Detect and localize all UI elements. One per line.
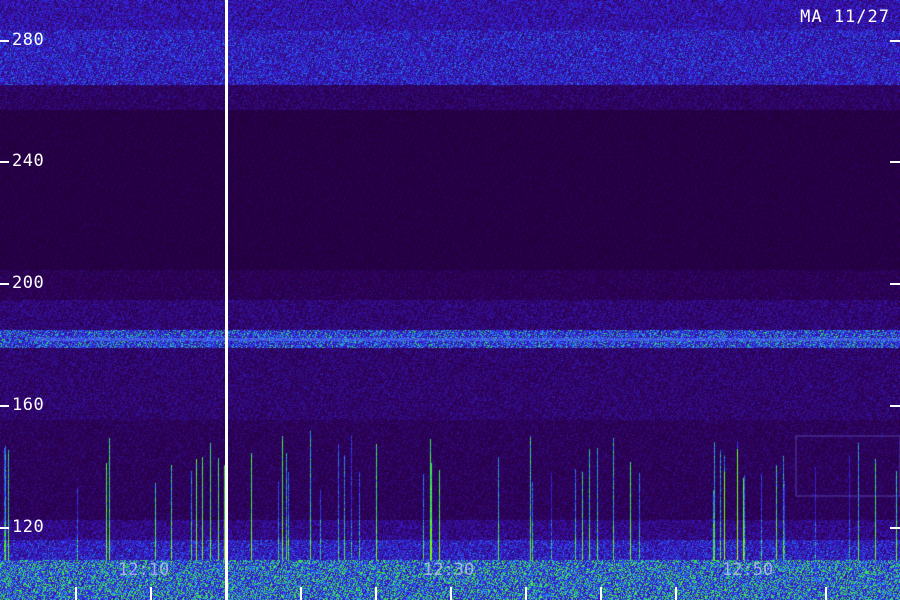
- x-tick: [525, 587, 527, 600]
- y-tick-left: [0, 161, 9, 163]
- x-time-label: 12:10: [118, 560, 170, 580]
- y-tick-label: 240: [12, 151, 45, 171]
- spectrogram-canvas: [0, 0, 900, 600]
- y-tick-label: 200: [12, 273, 45, 293]
- y-tick-right: [890, 283, 900, 285]
- y-tick-left: [0, 40, 9, 42]
- x-tick: [675, 587, 677, 600]
- spectrogram-view: MA 11/27 280 240 200 160 120 12:10 12:30…: [0, 0, 900, 600]
- y-tick-right: [890, 527, 900, 529]
- x-tick: [450, 587, 452, 600]
- time-cursor-line[interactable]: [225, 0, 228, 600]
- x-tick: [375, 587, 377, 600]
- x-tick: [150, 587, 152, 600]
- x-tick: [300, 587, 302, 600]
- y-tick-label: 160: [12, 395, 45, 415]
- x-tick: [600, 587, 602, 600]
- x-time-label: 12:30: [423, 560, 475, 580]
- x-tick: [75, 587, 77, 600]
- y-tick-left: [0, 527, 9, 529]
- y-tick-left: [0, 283, 9, 285]
- x-tick: [825, 587, 827, 600]
- y-tick-label: 280: [12, 30, 45, 50]
- y-tick-right: [890, 40, 900, 42]
- stamp-label: MA 11/27: [800, 7, 890, 27]
- y-tick-right: [890, 405, 900, 407]
- y-tick-right: [890, 161, 900, 163]
- y-tick-label: 120: [12, 517, 45, 537]
- y-tick-left: [0, 405, 9, 407]
- x-time-label: 12:50: [722, 560, 774, 580]
